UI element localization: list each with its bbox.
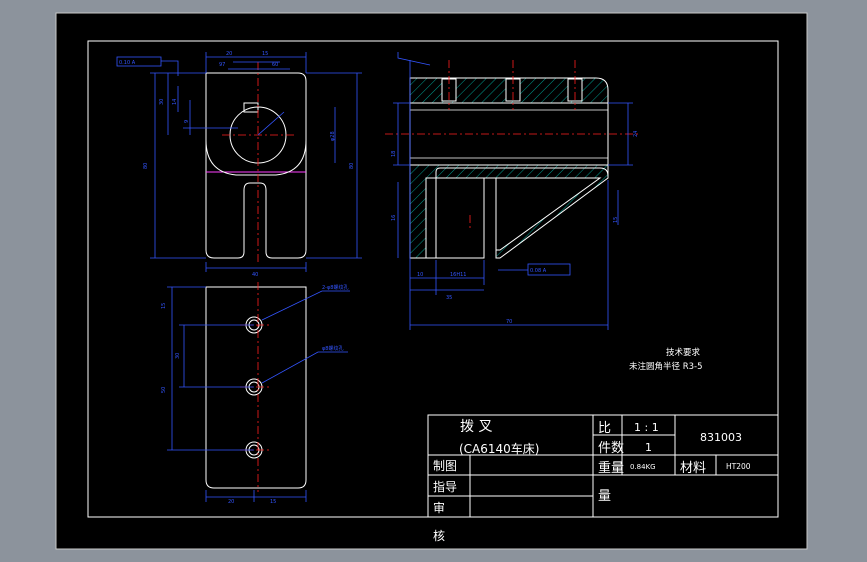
dim-16-side: 16 (391, 215, 397, 221)
sheet-label: 量 (598, 489, 611, 504)
cad-drawing-canvas: 0.10 A 20 15 97 60 40 φ28 80 80 30 14 9 (55, 12, 808, 550)
dim-60: 60 (272, 62, 278, 68)
dim-80-left: 80 (143, 163, 149, 169)
dim-20: 20 (226, 51, 232, 57)
dim-15-bottom: 15 (270, 499, 276, 505)
dim-20-bottom: 20 (228, 499, 234, 505)
dim-35: 35 (446, 295, 452, 301)
tech-req-text: 未注圆角半径 R3-5 (629, 361, 703, 372)
dim-40-bottom: 40 (252, 272, 258, 278)
review-label-bottom: 核 (433, 529, 445, 543)
dim-16h: 16H11 (450, 272, 466, 278)
material-value: HT200 (726, 462, 751, 471)
part-subtitle: (CA6140车床) (459, 441, 540, 456)
review-label-top: 审 (433, 500, 445, 515)
weight-label: 重量 (598, 460, 624, 476)
material-label: 材料 (680, 461, 706, 476)
guide-label: 指导 (433, 479, 457, 494)
weight-value: 0.84KG (630, 463, 656, 471)
dim-30-side: 30 (175, 353, 181, 359)
dim-15-side-right: 15 (613, 217, 619, 223)
dim-30: 30 (159, 99, 165, 105)
dim-frame-b: 0.08 A (530, 268, 547, 274)
dim-80-right: 80 (349, 163, 355, 169)
tech-req-title: 技术要求 (666, 347, 701, 358)
dim-18: 18 (391, 151, 397, 157)
dim-9: 9 (184, 120, 190, 123)
hole-note-b: φ8螺纹孔 (322, 345, 343, 352)
dim-24: 24 (633, 131, 639, 137)
dim-15-side: 15 (161, 303, 167, 309)
dim-10: 10 (417, 272, 423, 278)
dim-phi28: φ28 (330, 131, 336, 141)
ratio-label: 比 (598, 421, 611, 436)
dim-70: 70 (506, 319, 512, 325)
part-name: 拨 叉 (460, 419, 492, 435)
dim-14: 14 (172, 99, 178, 105)
drawn-label: 制图 (433, 459, 457, 473)
qty-label: 件数 (598, 441, 624, 456)
dim-97: 97 (219, 62, 225, 68)
dim-50: 50 (161, 387, 167, 393)
dim-frame-text: 0.10 A (119, 60, 136, 66)
ratio-value: 1 : 1 (634, 421, 659, 434)
drawing-number: 831003 (700, 431, 742, 444)
qty-value: 1 (645, 441, 652, 454)
hole-note-a: 2-φ8螺纹孔 (322, 284, 348, 291)
dim-15: 15 (262, 51, 268, 57)
